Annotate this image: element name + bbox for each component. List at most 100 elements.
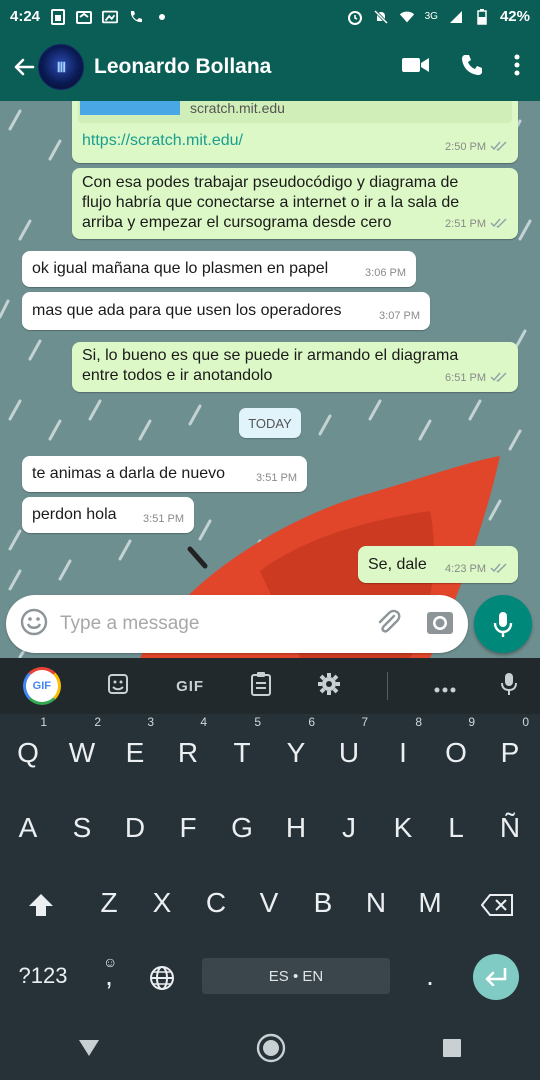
- space-bar[interactable]: ES • EN: [202, 958, 390, 994]
- message-link[interactable]: https://scratch.mit.edu/: [82, 131, 243, 151]
- message-bubble-incoming[interactable]: perdon hola 3:51 PM: [22, 497, 194, 533]
- keyboard-toolbar: GIF GIF: [0, 658, 540, 714]
- nav-recents-button[interactable]: [442, 1038, 462, 1063]
- gallery-notification-icon: [50, 8, 66, 25]
- key-c[interactable]: C: [189, 876, 243, 930]
- attach-button[interactable]: [374, 608, 402, 641]
- language-key[interactable]: [135, 949, 189, 1003]
- link-preview[interactable]: scratch.mit.edu: [78, 101, 512, 123]
- message-bubble-outgoing[interactable]: Se, dale 4:23 PM: [358, 546, 518, 583]
- key-l[interactable]: L: [429, 801, 483, 855]
- microphone-icon: [493, 612, 513, 637]
- key-o[interactable]: 9O: [429, 716, 483, 780]
- key-t[interactable]: 5T: [215, 716, 269, 780]
- key-f[interactable]: F: [161, 801, 215, 855]
- more-options-button[interactable]: [514, 54, 520, 81]
- key-v[interactable]: V: [242, 876, 296, 930]
- key-x[interactable]: X: [135, 876, 189, 930]
- voice-message-button[interactable]: [474, 595, 532, 653]
- key-a[interactable]: A: [1, 801, 55, 855]
- more-horiz-icon: [434, 687, 456, 693]
- backspace-icon: [480, 893, 513, 916]
- period-key[interactable]: .: [403, 949, 457, 1003]
- read-receipt-icon: [490, 137, 508, 157]
- google-gif-button[interactable]: GIF: [22, 667, 61, 705]
- message-timestamp: 3:07 PM: [379, 310, 420, 322]
- microphone-icon: [501, 672, 518, 695]
- message-timestamp: 3:51 PM: [256, 472, 297, 484]
- key-q[interactable]: 1Q: [1, 716, 55, 780]
- message-bubble-incoming[interactable]: te animas a darla de nuevo 3:51 PM: [22, 456, 307, 492]
- key-n[interactable]: N: [349, 876, 403, 930]
- emoji-button[interactable]: [20, 608, 48, 641]
- contact-name[interactable]: Leonardo Bollana: [94, 55, 271, 79]
- message-bubble-outgoing[interactable]: Si, lo bueno es que se puede ir armando …: [72, 342, 518, 392]
- emoji-hint-icon: ☺: [103, 954, 118, 970]
- key-r[interactable]: 4R: [161, 716, 215, 780]
- message-bubble-outgoing[interactable]: Con esa podes trabajar pseudocódigo y di…: [72, 168, 518, 239]
- keyboard-settings-button[interactable]: [317, 672, 341, 701]
- key-i[interactable]: 8I: [376, 716, 430, 780]
- message-text: Si, lo bueno es que se puede ir armando …: [82, 347, 459, 364]
- message-input-container[interactable]: [6, 595, 468, 653]
- dot-icon: [154, 9, 170, 25]
- key-w[interactable]: 2W: [55, 716, 109, 780]
- key-row-3: Z X C V B N M: [0, 876, 540, 930]
- key-m[interactable]: M: [403, 876, 457, 930]
- message-bubble-incoming[interactable]: ok igual mañana que lo plasmen en papel …: [22, 251, 416, 287]
- enter-key[interactable]: [473, 954, 519, 1000]
- video-call-button[interactable]: [402, 55, 430, 80]
- key-z[interactable]: Z: [82, 876, 136, 930]
- clock: 4:24: [10, 8, 41, 25]
- toolbar-divider: [386, 672, 388, 700]
- more-tools-button[interactable]: [434, 673, 456, 699]
- back-arrow-icon: [14, 58, 35, 76]
- key-k[interactable]: K: [376, 801, 430, 855]
- key-y[interactable]: 6Y: [269, 716, 323, 780]
- more-vert-icon: [514, 54, 520, 75]
- nav-home-button[interactable]: [256, 1033, 286, 1068]
- video-call-icon: [402, 57, 429, 72]
- message-text: flujo habría que conectarse a internet o…: [82, 194, 460, 211]
- nav-recents-icon: [443, 1038, 461, 1057]
- battery-icon: [474, 8, 490, 25]
- nav-back-button[interactable]: [78, 1038, 100, 1063]
- gear-icon: [318, 672, 341, 695]
- keyboard: GIF GIF 1Q 2W 3E 4R 5T 6Y 7U 8I 9O 0P A: [0, 658, 540, 1020]
- key-g[interactable]: G: [215, 801, 269, 855]
- status-bar: 4:24 3G 42%: [0, 0, 540, 33]
- message-input[interactable]: [60, 613, 360, 635]
- message-list[interactable]: scratch.mit.edu https://scratch.mit.edu/…: [0, 101, 540, 658]
- message-bubble-outgoing[interactable]: scratch.mit.edu https://scratch.mit.edu/…: [72, 101, 518, 163]
- signal-icon: [448, 9, 464, 25]
- key-b[interactable]: B: [296, 876, 350, 930]
- clipboard-button[interactable]: [250, 671, 272, 702]
- sticker-button[interactable]: [106, 672, 130, 701]
- message-timestamp: 4:23 PM: [445, 562, 486, 575]
- symbols-key[interactable]: ?123: [8, 949, 78, 1003]
- key-j[interactable]: J: [322, 801, 376, 855]
- backspace-key[interactable]: [470, 876, 524, 930]
- system-nav-bar: [0, 1020, 540, 1080]
- key-p[interactable]: 0P: [483, 716, 537, 780]
- key-s[interactable]: S: [55, 801, 109, 855]
- message-bubble-incoming[interactable]: mas que ada para que usen los operadores…: [22, 292, 430, 330]
- message-text: Se, dale: [368, 555, 427, 573]
- key-e[interactable]: 3E: [108, 716, 162, 780]
- enter-icon: [485, 968, 507, 986]
- alarm-icon: [347, 9, 363, 25]
- keyboard-voice-button[interactable]: [501, 672, 518, 701]
- key-n-tilde[interactable]: Ñ: [483, 801, 537, 855]
- message-timestamp: 6:51 PM: [445, 372, 486, 384]
- key-u[interactable]: 7U: [322, 716, 376, 780]
- voice-call-button[interactable]: [460, 53, 484, 82]
- comma-key[interactable]: ☺ ,: [82, 949, 136, 1003]
- shift-key[interactable]: [14, 876, 68, 930]
- camera-button[interactable]: [426, 608, 454, 641]
- phone-icon: [462, 54, 482, 75]
- gif-button[interactable]: GIF: [176, 678, 204, 695]
- key-d[interactable]: D: [108, 801, 162, 855]
- key-h[interactable]: H: [269, 801, 323, 855]
- shift-icon: [29, 893, 53, 916]
- avatar[interactable]: Ⅲ: [38, 44, 84, 90]
